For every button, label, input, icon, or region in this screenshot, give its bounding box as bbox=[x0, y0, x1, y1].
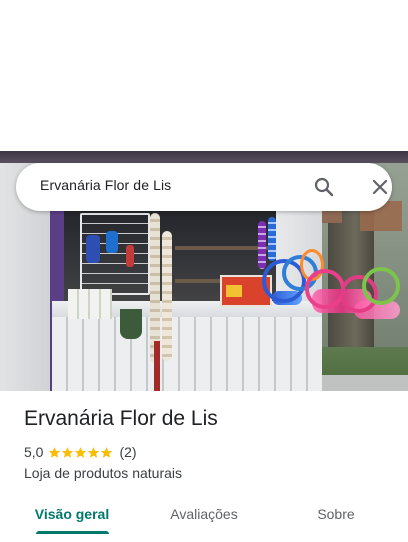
star-icon bbox=[62, 446, 74, 458]
star-icon bbox=[49, 446, 61, 458]
photo-beads bbox=[258, 221, 266, 269]
photo-beads bbox=[268, 217, 276, 261]
photo-jars bbox=[68, 289, 112, 319]
rating-row[interactable]: 5,0 (2) bbox=[24, 444, 137, 460]
photo-shelf bbox=[175, 246, 270, 250]
selected-tab-indicator bbox=[36, 531, 109, 534]
search-icon-glyph bbox=[314, 177, 334, 197]
photo-basket bbox=[120, 309, 142, 339]
close-icon[interactable] bbox=[368, 175, 392, 199]
tab-about[interactable]: Sobre bbox=[272, 492, 400, 536]
close-icon-glyph bbox=[372, 179, 388, 195]
reviews-count[interactable]: (2) bbox=[119, 444, 136, 460]
rating-value: 5,0 bbox=[24, 444, 44, 460]
rating-stars bbox=[48, 446, 113, 459]
search-icon[interactable] bbox=[312, 175, 336, 199]
photo-macrame bbox=[162, 231, 172, 361]
place-tabs: Visão geral Avaliações Sobre bbox=[0, 492, 408, 542]
place-details-page: Ervanária Flor de Lis Ervanária Flor de … bbox=[0, 0, 408, 542]
photo-sidewalk bbox=[322, 375, 408, 391]
photo-kiosk-panel bbox=[52, 317, 322, 391]
photo-product-box bbox=[226, 285, 242, 297]
search-bar[interactable]: Ervanária Flor de Lis bbox=[16, 163, 392, 211]
star-icon bbox=[88, 446, 100, 458]
photo-item bbox=[106, 231, 118, 253]
tab-reviews[interactable]: Avaliações bbox=[136, 492, 272, 536]
place-category: Loja de produtos naturais bbox=[24, 465, 182, 481]
photo-item bbox=[126, 245, 134, 267]
place-title: Ervanária Flor de Lis bbox=[24, 407, 218, 430]
photo-item bbox=[86, 235, 100, 263]
photo-dreamcatcher bbox=[305, 269, 345, 309]
star-icon bbox=[75, 446, 87, 458]
photo-macrame bbox=[154, 341, 160, 391]
star-icon bbox=[101, 446, 113, 458]
search-input[interactable]: Ervanária Flor de Lis bbox=[40, 177, 171, 193]
photo-dreamcatcher bbox=[362, 267, 400, 305]
tab-overview[interactable]: Visão geral bbox=[0, 492, 144, 536]
photo-kiosk-roof bbox=[0, 151, 408, 163]
